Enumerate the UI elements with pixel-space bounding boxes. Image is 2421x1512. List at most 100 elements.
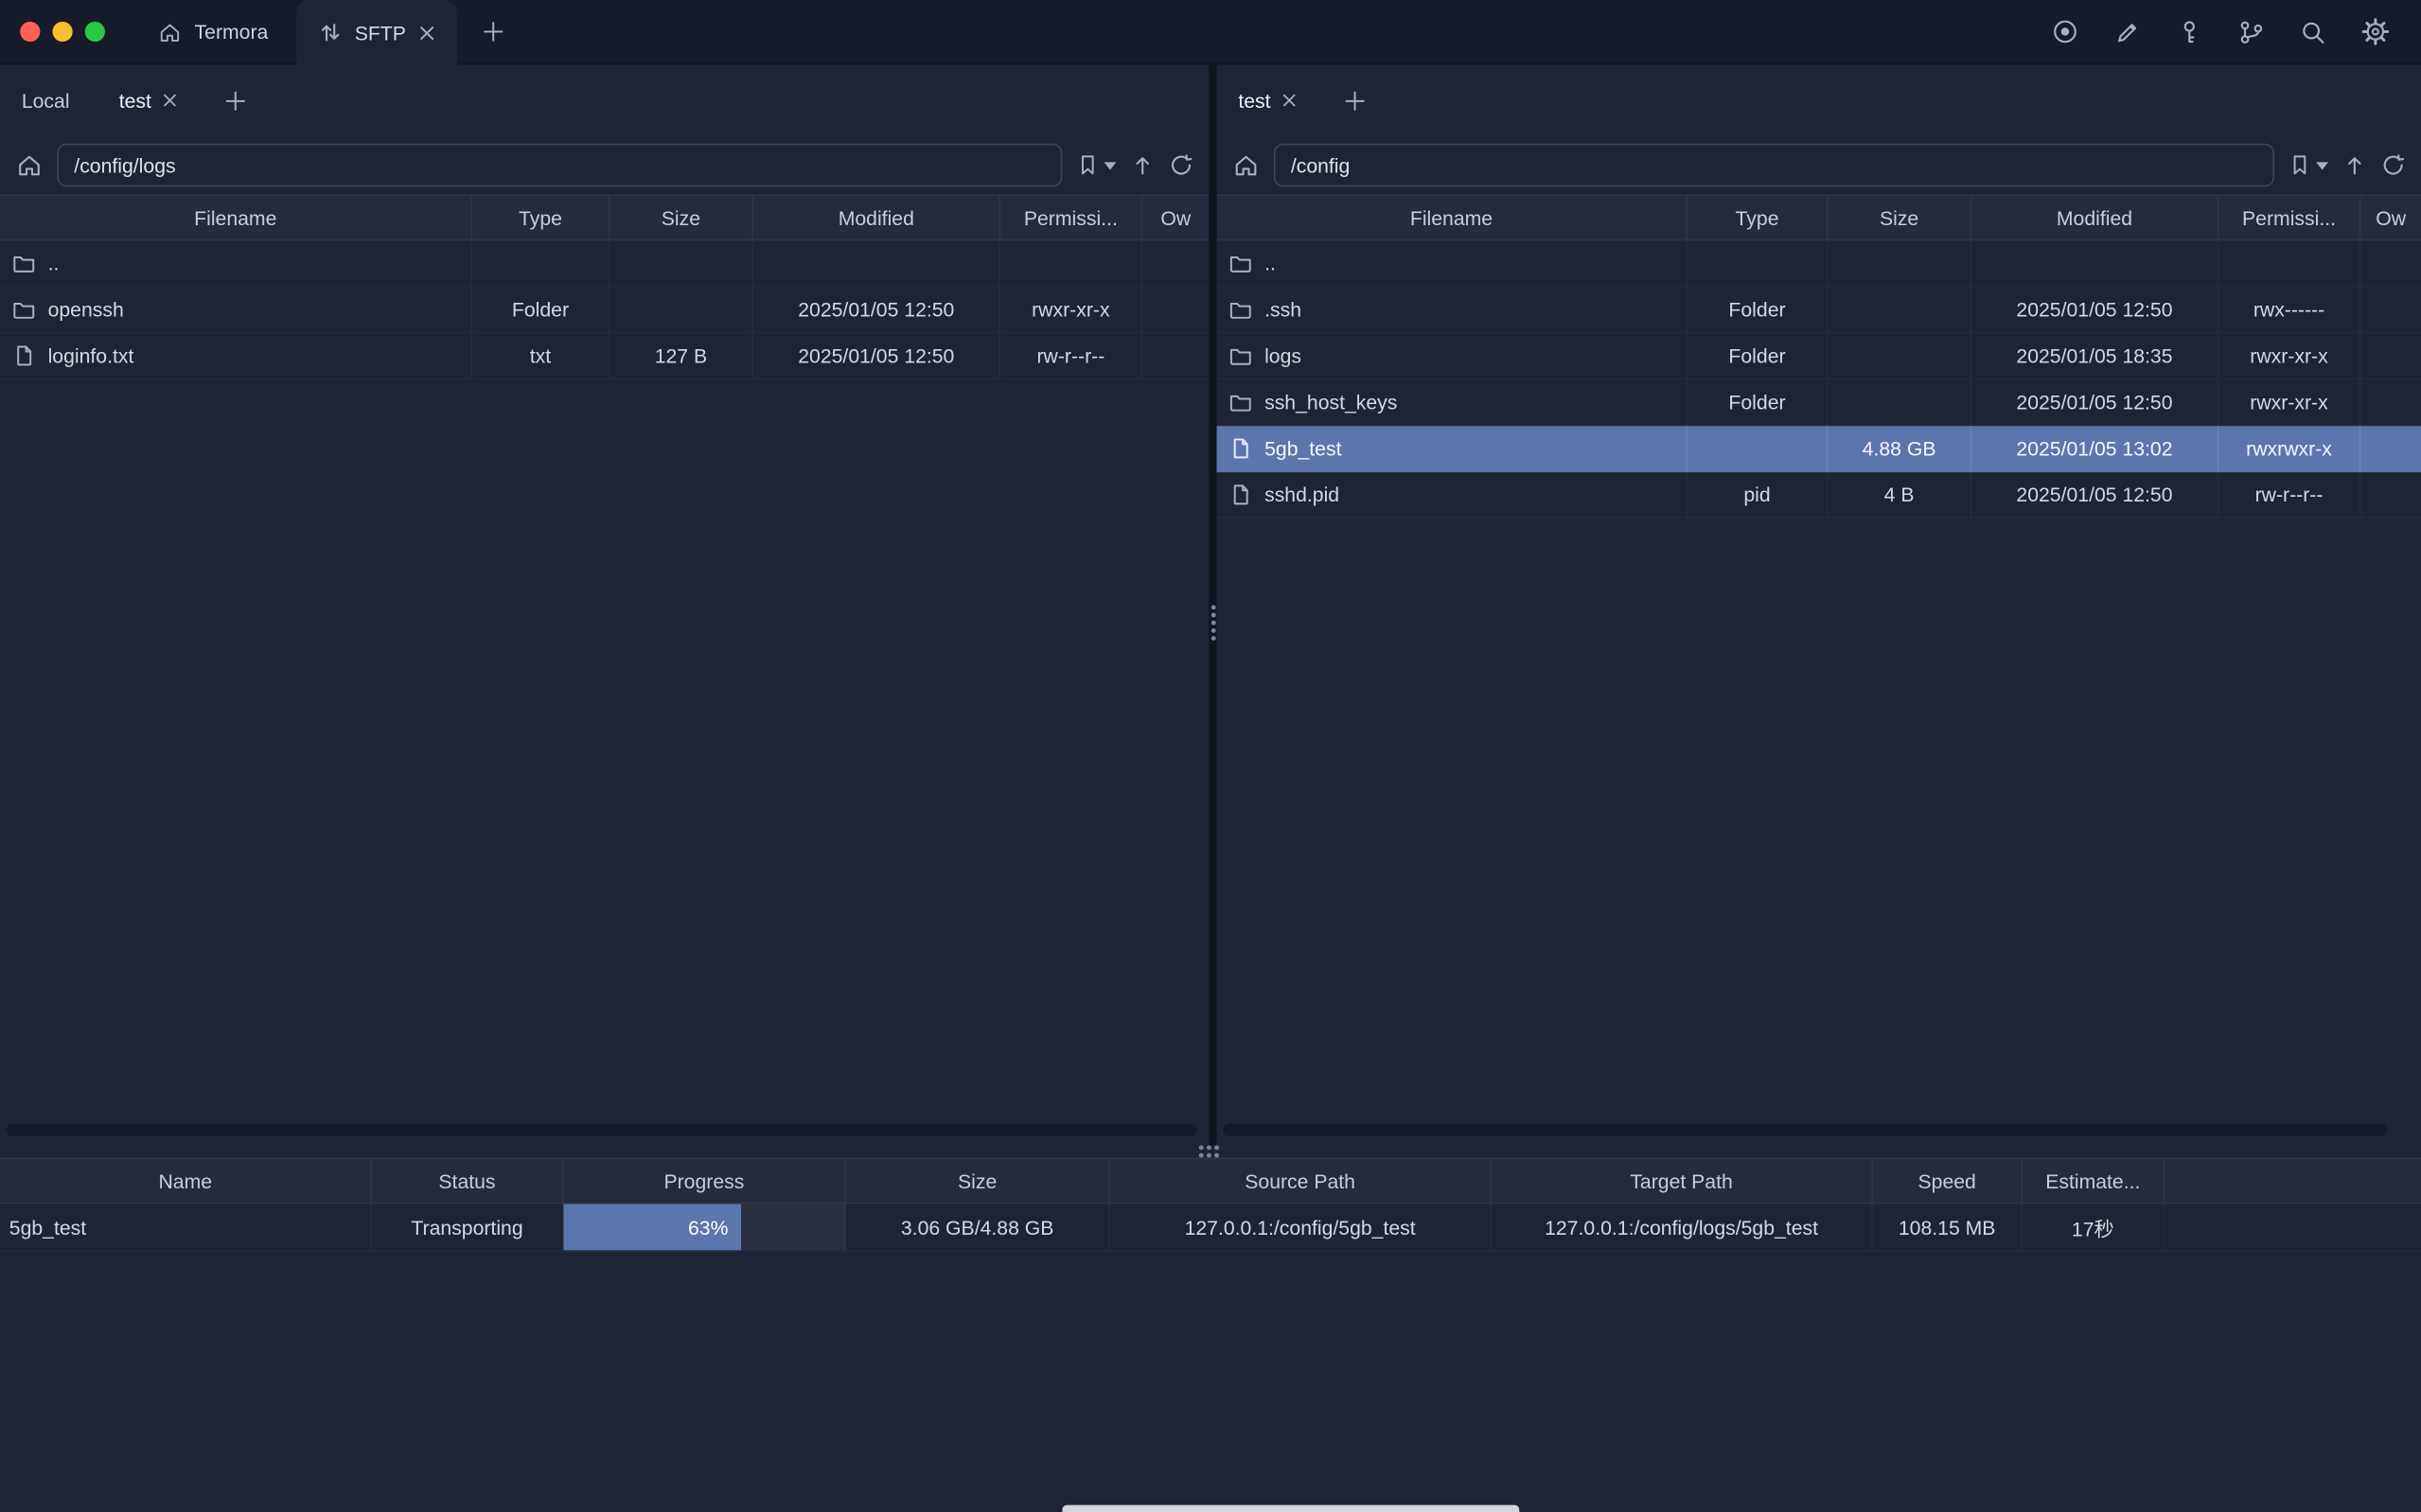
column-size[interactable]: Size — [846, 1159, 1110, 1203]
close-tab-icon[interactable] — [1281, 93, 1297, 108]
folder-icon — [12, 252, 35, 274]
filename: ssh_host_keys — [1264, 391, 1397, 413]
file-icon — [12, 344, 35, 367]
tab-local[interactable]: Local — [3, 65, 88, 136]
column-progress[interactable]: Progress — [563, 1159, 846, 1203]
column-filename[interactable]: Filename — [0, 196, 472, 239]
file-row[interactable]: sshd.pid pid 4 B 2025/01/05 12:50 rw-r--… — [1217, 472, 2421, 519]
transfer-estimate: 17秒 — [2023, 1204, 2165, 1250]
column-target-path[interactable]: Target Path — [1492, 1159, 1873, 1203]
bookmark-button[interactable] — [2288, 153, 2328, 178]
file-row[interactable]: logs Folder 2025/01/05 18:35 rwxr-xr-x — [1217, 333, 2421, 379]
file-row[interactable]: openssh Folder 2025/01/05 12:50 rwxr-xr-… — [0, 287, 1209, 333]
column-speed[interactable]: Speed — [1873, 1159, 2023, 1203]
tab-test-right[interactable]: test — [1220, 65, 1316, 136]
column-owner[interactable]: Ow — [2360, 196, 2421, 239]
tab-termora-label: Termora — [195, 20, 269, 43]
zoom-window-button[interactable] — [85, 22, 105, 42]
sftp-split-view: Local test /config/logs — [0, 65, 2421, 1146]
column-size[interactable]: Size — [1829, 196, 1972, 239]
column-type[interactable]: Type — [1688, 196, 1828, 239]
key-icon[interactable] — [2176, 18, 2203, 45]
file-row[interactable]: .. — [1217, 240, 2421, 287]
home-icon[interactable] — [1232, 151, 1260, 179]
refresh-icon[interactable] — [1169, 153, 1193, 178]
column-permissions[interactable]: Permissi... — [2218, 196, 2360, 239]
progress-label: 63% — [688, 1216, 728, 1239]
column-modified[interactable]: Modified — [1971, 196, 2218, 239]
folder-icon — [1229, 252, 1252, 274]
termora-window: Termora SFTP Local te — [0, 0, 2421, 1512]
folder-icon — [12, 298, 35, 321]
remote-pane: test /config Filename Type — [1217, 65, 2421, 1146]
local-pathbar: /config/logs — [0, 136, 1209, 195]
refresh-icon[interactable] — [2381, 153, 2406, 178]
filename: .. — [1264, 252, 1276, 274]
transfers-splitter[interactable] — [0, 1145, 2421, 1157]
transfer-arrows-icon — [318, 20, 343, 44]
column-owner[interactable]: Ow — [1142, 196, 1209, 239]
branch-icon[interactable] — [2237, 18, 2265, 45]
close-window-button[interactable] — [20, 22, 40, 42]
transfer-row[interactable]: 5gb_test Transporting 63% 3.06 GB/4.88 G… — [0, 1204, 2421, 1252]
column-source-path[interactable]: Source Path — [1110, 1159, 1492, 1203]
tab-sftp[interactable]: SFTP — [296, 0, 457, 65]
file-row-selected[interactable]: 5gb_test 4.88 GB 2025/01/05 13:02 rwxrwx… — [1217, 426, 2421, 472]
record-icon[interactable] — [2050, 17, 2079, 46]
file-row[interactable]: loginfo.txt txt 127 B 2025/01/05 12:50 r… — [0, 333, 1209, 379]
file-icon — [1229, 483, 1252, 506]
column-filename[interactable]: Filename — [1217, 196, 1688, 239]
settings-icon[interactable] — [2360, 17, 2390, 46]
path-text: /config/logs — [74, 153, 175, 176]
filename: .ssh — [1264, 298, 1301, 321]
file-table-header: Filename Type Size Modified Permissi... … — [1217, 195, 2421, 241]
path-input[interactable]: /config — [1274, 144, 2274, 187]
file-icon — [1229, 437, 1252, 460]
transfer-status: Transporting — [372, 1204, 563, 1250]
tab-test-right-label: test — [1238, 89, 1270, 112]
splitter-grip — [1210, 606, 1215, 642]
column-modified[interactable]: Modified — [753, 196, 1000, 239]
column-filler — [2165, 1159, 2421, 1203]
up-directory-icon[interactable] — [2342, 153, 2367, 178]
close-tab-icon[interactable] — [162, 93, 177, 108]
caret-down-icon — [1104, 161, 1116, 168]
filename: loginfo.txt — [48, 344, 134, 367]
horizontal-scrollbar[interactable] — [7, 1124, 1197, 1136]
edit-icon[interactable] — [2113, 18, 2141, 45]
home-icon[interactable] — [15, 151, 43, 179]
tab-test-left-label: test — [119, 89, 151, 112]
tab-termora[interactable]: Termora — [130, 0, 296, 63]
pane-splitter[interactable] — [1209, 65, 1216, 1146]
column-size[interactable]: Size — [610, 196, 753, 239]
up-directory-icon[interactable] — [1130, 153, 1155, 178]
minimize-window-button[interactable] — [52, 22, 72, 42]
add-tab-button-right[interactable] — [1328, 65, 1382, 136]
titlebar: Termora SFTP — [0, 0, 2421, 65]
transfer-size: 3.06 GB/4.88 GB — [846, 1204, 1110, 1250]
transfers-header: Name Status Progress Size Source Path Ta… — [0, 1158, 2421, 1204]
filename: 5gb_test — [1264, 437, 1341, 460]
column-status[interactable]: Status — [372, 1159, 563, 1203]
horizontal-scrollbar[interactable] — [1223, 1124, 2387, 1136]
file-row[interactable]: .ssh Folder 2025/01/05 12:50 rwx------ — [1217, 287, 2421, 333]
search-icon[interactable] — [2299, 18, 2326, 45]
bookmark-button[interactable] — [1076, 153, 1116, 178]
file-row[interactable]: ssh_host_keys Folder 2025/01/05 12:50 rw… — [1217, 379, 2421, 426]
filename: logs — [1264, 344, 1301, 367]
local-pane: Local test /config/logs — [0, 65, 1209, 1146]
column-name[interactable]: Name — [0, 1159, 372, 1203]
column-type[interactable]: Type — [472, 196, 610, 239]
progress-fill: 63% — [563, 1204, 740, 1250]
transfer-speed: 108.15 MB — [1873, 1204, 2023, 1250]
column-permissions[interactable]: Permissi... — [1000, 196, 1142, 239]
path-input[interactable]: /config/logs — [57, 144, 1062, 187]
transfer-target-path: 127.0.0.1:/config/logs/5gb_test — [1492, 1204, 1873, 1250]
column-estimate[interactable]: Estimate... — [2023, 1159, 2165, 1203]
close-tab-icon[interactable] — [418, 24, 435, 41]
add-tab-button-left[interactable] — [208, 65, 262, 136]
file-row[interactable]: .. — [0, 240, 1209, 287]
tab-sftp-label: SFTP — [355, 21, 406, 44]
tab-test-left[interactable]: test — [100, 65, 196, 136]
new-tab-button[interactable] — [457, 0, 530, 63]
